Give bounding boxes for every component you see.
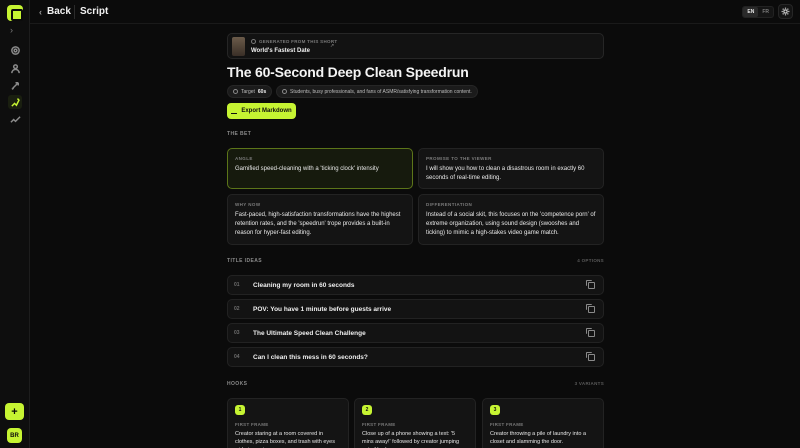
section-title-bet: THE BET: [227, 131, 252, 137]
title-number: 04: [234, 354, 240, 360]
page-title: Script: [80, 6, 109, 17]
title-text: Cleaning my room in 60 seconds: [253, 281, 355, 289]
home-icon[interactable]: [8, 43, 22, 57]
title-number: 02: [234, 306, 240, 312]
left-rail: › + BR: [0, 0, 30, 448]
title-idea-row[interactable]: 04 Can I clean this mess in 60 seconds?: [227, 347, 604, 367]
top-header: ‹ Back Script EN FR: [30, 0, 800, 24]
card-label: DIFFERENTIATION: [426, 202, 473, 207]
language-switcher: EN FR: [742, 6, 774, 18]
hook-label: FIRST FRAME: [490, 422, 524, 427]
card-text: Instead of a social skit, this focuses o…: [426, 212, 596, 236]
title-idea-row[interactable]: 03 The Ultimate Speed Clean Challenge: [227, 323, 604, 343]
clock-icon: [233, 89, 238, 94]
card-text: Fast-paced, high-satisfaction transforma…: [235, 212, 401, 236]
hook-label: FIRST FRAME: [235, 422, 269, 427]
header-divider: [74, 5, 75, 19]
card-label: ANGLE: [235, 156, 253, 161]
target-value: 60s: [257, 88, 267, 95]
audience-icon: [282, 89, 287, 94]
expand-chevron-icon[interactable]: ›: [10, 25, 13, 35]
hook-number-badge: 1: [235, 405, 245, 415]
target-label: Target: [241, 88, 255, 95]
source-kicker: GENERATED FROM THIS SHORT: [251, 39, 337, 44]
sun-icon: [781, 7, 790, 16]
source-thumbnail: [232, 37, 245, 56]
copy-icon[interactable]: [586, 327, 595, 337]
source-title: World's Fastest Date: [251, 48, 310, 54]
new-script-button[interactable]: +: [5, 403, 24, 420]
play-icon: [251, 39, 256, 44]
audience-chip: Students, busy professionals, and fans o…: [276, 85, 478, 98]
title-number: 01: [234, 282, 240, 288]
section-title-hooks: HOOKS: [227, 381, 248, 387]
export-label: Export Markdown: [241, 108, 292, 114]
download-icon: [231, 108, 238, 114]
hook-card[interactable]: 3 FIRST FRAME Creator throwing a pile of…: [482, 398, 604, 448]
title-text: The Ultimate Speed Clean Challenge: [253, 329, 366, 337]
export-markdown-button[interactable]: Export Markdown: [227, 103, 296, 119]
hooks-count: 3 VARIANTS: [574, 381, 604, 386]
bet-card-differentiation[interactable]: DIFFERENTIATION Instead of a social skit…: [418, 194, 604, 245]
avatar[interactable]: BR: [7, 428, 22, 443]
chevron-left-icon: ‹: [39, 6, 42, 17]
bet-card-promise[interactable]: PROMISE TO THE VIEWER I will show you ho…: [418, 148, 604, 189]
copy-icon[interactable]: [586, 351, 595, 361]
card-label: PROMISE TO THE VIEWER: [426, 156, 492, 161]
title-text: POV: You have 1 minute before guests arr…: [253, 305, 392, 313]
script-title: The 60-Second Deep Clean Speedrun: [227, 64, 469, 80]
hook-number-badge: 3: [490, 405, 500, 415]
source-kicker-text: GENERATED FROM THIS SHORT: [259, 39, 338, 44]
title-idea-row[interactable]: 02 POV: You have 1 minute before guests …: [227, 299, 604, 319]
title-number: 03: [234, 330, 240, 336]
source-short-card[interactable]: GENERATED FROM THIS SHORT World's Fastes…: [227, 33, 604, 59]
target-chip: Target 60s: [227, 85, 273, 98]
lang-fr-button[interactable]: FR: [758, 7, 773, 17]
copy-icon[interactable]: [586, 279, 595, 289]
external-link-icon[interactable]: ↗: [330, 43, 334, 49]
section-title-titles: TITLE IDEAS: [227, 258, 262, 264]
hook-number-badge: 2: [362, 405, 372, 415]
hook-card[interactable]: 2 FIRST FRAME Close up of a phone showin…: [354, 398, 476, 448]
card-text: Gamified speed-cleaning with a 'ticking …: [235, 166, 379, 172]
lang-en-button[interactable]: EN: [743, 7, 759, 17]
title-text: Can I clean this mess in 60 seconds?: [253, 353, 368, 361]
app-logo[interactable]: [7, 5, 23, 21]
script-icon[interactable]: [8, 95, 22, 109]
back-label: Back: [47, 6, 71, 17]
hook-text: Close up of a phone showing a text: '5 m…: [362, 431, 460, 448]
back-button[interactable]: ‹ Back: [39, 6, 71, 17]
card-label: WHY NOW: [235, 202, 261, 207]
theme-toggle-button[interactable]: [778, 4, 793, 19]
bet-card-why-now[interactable]: WHY NOW Fast-paced, high-satisfaction tr…: [227, 194, 413, 245]
rocket-icon[interactable]: [8, 78, 22, 92]
analytics-icon[interactable]: [8, 112, 22, 126]
bet-card-angle[interactable]: ANGLE Gamified speed-cleaning with a 'ti…: [227, 148, 413, 189]
copy-icon[interactable]: [586, 303, 595, 313]
titles-count: 4 OPTIONS: [577, 258, 604, 263]
card-text: I will show you how to clean a disastrou…: [426, 166, 585, 181]
users-icon[interactable]: [8, 61, 22, 75]
hook-label: FIRST FRAME: [362, 422, 396, 427]
hook-card[interactable]: 1 FIRST FRAME Creator staring at a room …: [227, 398, 349, 448]
hook-text: Creator staring at a room covered in clo…: [235, 431, 335, 448]
audience-text: Students, busy professionals, and fans o…: [290, 88, 472, 95]
title-idea-row[interactable]: 01 Cleaning my room in 60 seconds: [227, 275, 604, 295]
hook-text: Creator throwing a pile of laundry into …: [490, 431, 586, 445]
